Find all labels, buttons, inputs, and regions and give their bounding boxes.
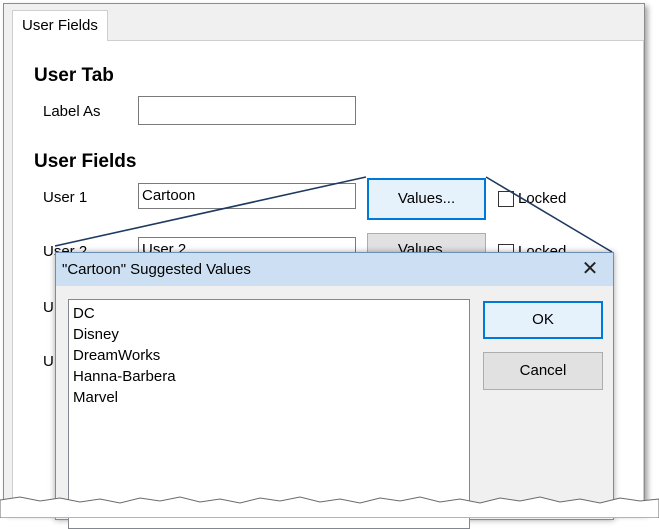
ok-button[interactable]: OK [483,301,603,339]
cancel-button[interactable]: Cancel [483,352,603,390]
suggested-values-dialog: "Cartoon" Suggested Values ✕ DC Disney D… [55,252,614,529]
dialog-title: "Cartoon" Suggested Values [56,253,613,286]
list-item[interactable]: DC [73,303,465,324]
list-item[interactable]: Disney [73,324,465,345]
list-item[interactable]: Hanna-Barbera [73,366,465,387]
torn-edge-decoration [0,496,659,518]
list-item[interactable]: Marvel [73,387,465,408]
close-icon[interactable]: ✕ [567,253,613,286]
list-item[interactable]: DreamWorks [73,345,465,366]
